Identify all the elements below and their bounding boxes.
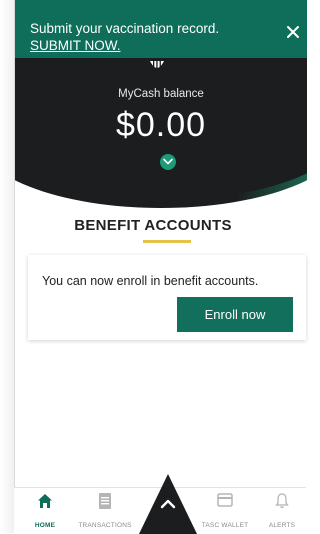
nav-transactions[interactable]: TRANSACTIONS [72, 488, 138, 534]
nav-more[interactable]: MORE [139, 474, 197, 534]
chevron-down-icon [163, 158, 173, 165]
balance-value: $0.00 [115, 106, 207, 144]
nav-transactions-label: TRANSACTIONS [78, 522, 132, 529]
chevron-up-icon [160, 496, 176, 514]
banner-message: Submit your vaccination record. [30, 21, 220, 36]
nav-tasc-wallet[interactable]: TASC WALLET [200, 488, 250, 534]
document-icon [98, 493, 112, 514]
title-underline [143, 240, 191, 243]
balance-label: MyCash balance [118, 88, 204, 100]
home-icon [37, 493, 53, 514]
section-title: BENEFIT ACCOUNTS [74, 217, 232, 234]
logo-icon [149, 58, 165, 71]
nav-alerts-label: ALERTS [268, 522, 296, 529]
nav-home[interactable]: HOME [22, 488, 68, 534]
vaccination-banner: Submit your vaccination record. SUBMIT N… [15, 0, 307, 58]
submit-now-link[interactable]: SUBMIT NOW. [30, 37, 121, 54]
enroll-now-button[interactable]: Enroll now [177, 297, 293, 332]
nav-home-label: HOME [34, 522, 56, 529]
nav-alerts[interactable]: ALERTS [264, 488, 300, 534]
enroll-message: You can now enroll in benefit accounts. [42, 274, 259, 288]
nav-tasc-wallet-label: TASC WALLET [201, 522, 249, 529]
enroll-card: You can now enroll in benefit accounts. … [28, 255, 306, 340]
bottom-nav: HOME TRANSACTIONS MORE TASC WALLET ALERT… [14, 474, 306, 534]
close-icon[interactable] [286, 25, 302, 41]
card-icon [217, 493, 233, 512]
expand-balance-button[interactable] [160, 154, 176, 170]
bell-icon [275, 493, 289, 514]
left-edge [0, 0, 14, 533]
